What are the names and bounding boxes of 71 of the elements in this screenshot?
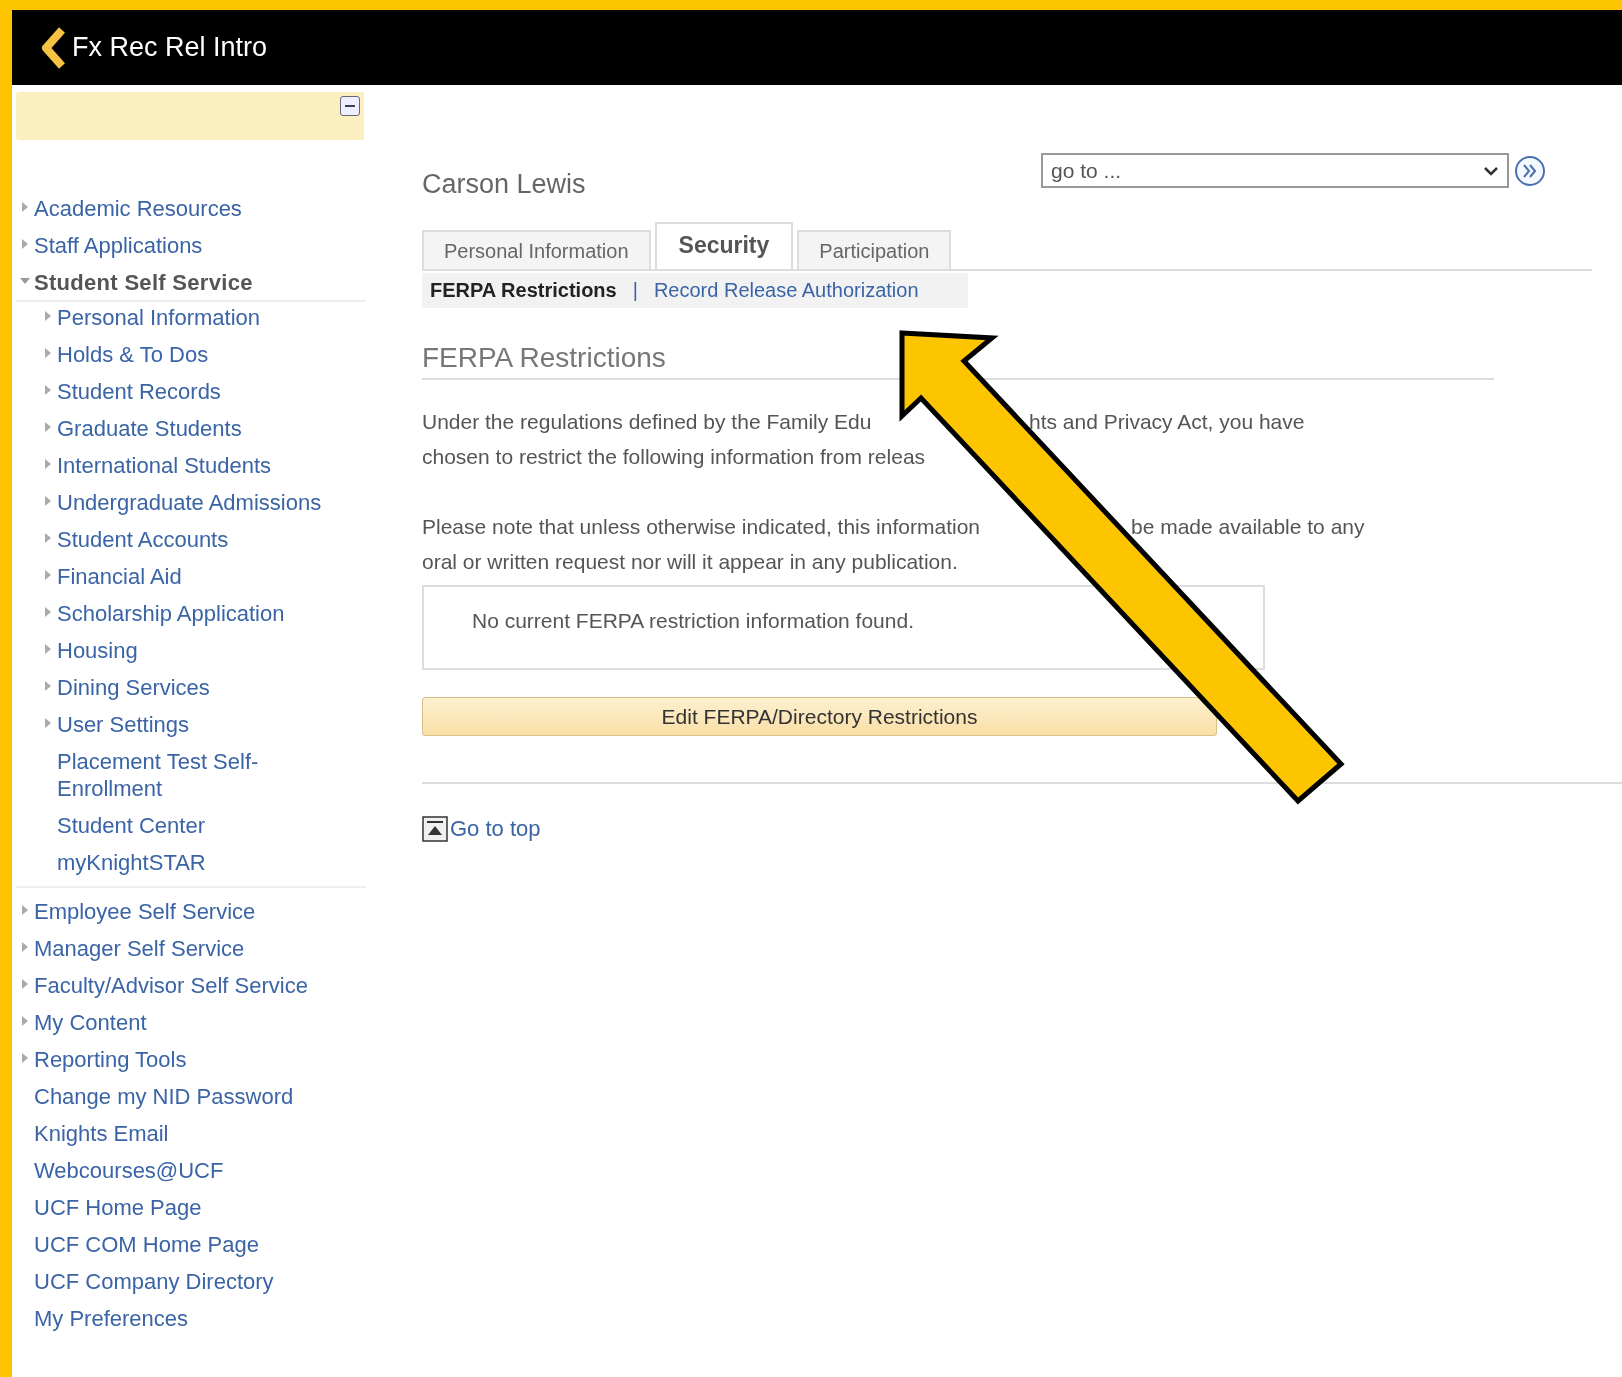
menu-item[interactable]: Reporting Tools [34, 1046, 324, 1073]
go-button[interactable] [1513, 153, 1547, 188]
menu-item[interactable]: Placement Test Self-Enrollment [57, 748, 347, 802]
menu-item[interactable]: Academic Resources [34, 195, 324, 222]
menu-item[interactable]: Manager Self Service [34, 935, 324, 962]
menu-item[interactable]: Housing [57, 637, 347, 664]
expand-icon[interactable] [43, 717, 53, 729]
menu-item[interactable]: User Settings [57, 711, 347, 738]
collapse-button[interactable] [340, 96, 360, 116]
separator: | [632, 279, 638, 302]
menu-item[interactable]: Faculty/Advisor Self Service [34, 972, 324, 999]
edit-restrictions-button[interactable]: Edit FERPA/Directory Restrictions [422, 697, 1217, 736]
expand-icon[interactable] [43, 458, 53, 470]
menu-item[interactable]: Webcourses@UCF [34, 1157, 324, 1184]
chevron-icon [1483, 165, 1499, 176]
menu-item[interactable]: UCF Home Page [34, 1194, 324, 1221]
menu-item[interactable]: Undergraduate Admissions [57, 489, 347, 516]
subtab-link[interactable]: Record Release Authorization [653, 279, 919, 302]
menu-item[interactable]: Student Self Service [34, 269, 324, 296]
expand-icon[interactable] [20, 904, 30, 916]
expand-icon[interactable] [20, 238, 30, 250]
expand-icon[interactable] [43, 606, 53, 618]
message-text: No current FERPA restriction information found. [422, 585, 1265, 670]
expand-icon[interactable] [20, 1015, 30, 1027]
expand-icon[interactable] [43, 421, 53, 433]
paragraph-text: Under the regulations defined by the Family Edu [422, 410, 872, 433]
expand-icon[interactable] [43, 569, 53, 581]
menu-item[interactable]: UCF COM Home Page [34, 1231, 324, 1258]
menu-item[interactable]: Graduate Students [57, 415, 347, 442]
paragraph-text: be made available to any [1131, 514, 1365, 540]
expand-icon[interactable] [43, 347, 53, 359]
paragraph-text: hts and Privacy Act, you have [1029, 409, 1305, 435]
menu-item[interactable]: Student Records [57, 378, 347, 405]
menu-item[interactable]: Scholarship Application [57, 600, 347, 627]
go-to-top-link[interactable]: Go to top [450, 816, 541, 842]
menu-item[interactable]: My Preferences [34, 1305, 324, 1332]
person-name: Carson Lewis [422, 169, 586, 200]
menu-item[interactable]: UCF Company Directory [34, 1268, 324, 1295]
tab[interactable]: Participation [797, 230, 952, 269]
page-title: Fx Rec Rel Intro [72, 32, 268, 63]
expand-icon[interactable] [20, 941, 30, 953]
paragraph-text: Please note that unless otherwise indicated, this information [422, 515, 980, 538]
expand-icon[interactable] [43, 643, 53, 655]
expand-icon[interactable] [43, 310, 53, 322]
menu-item[interactable]: My Content [34, 1009, 324, 1036]
menu-item[interactable]: Financial Aid [57, 563, 347, 590]
expand-icon[interactable] [43, 384, 53, 396]
menu-item[interactable]: Student Accounts [57, 526, 347, 553]
tab[interactable]: Security [654, 222, 794, 269]
expand-icon[interactable] [20, 1052, 30, 1064]
menu-item[interactable]: Personal Information [57, 304, 347, 331]
paragraph-text: oral or written request nor will it appear in any publication. [422, 550, 958, 573]
menu-item[interactable]: Staff Applications [34, 232, 324, 259]
menu-item[interactable]: Employee Self Service [34, 898, 324, 925]
expand-icon[interactable] [20, 978, 30, 990]
menu-item[interactable]: Dining Services [57, 674, 347, 701]
expand-icon[interactable] [43, 680, 53, 692]
expand-icon[interactable] [20, 201, 30, 213]
menu-item[interactable]: Student Center [57, 812, 347, 839]
menu-item[interactable]: Holds & To Dos [57, 341, 347, 368]
menu-item[interactable]: myKnightSTAR [57, 849, 347, 876]
expand-icon[interactable] [43, 495, 53, 507]
menu-item[interactable]: Change my NID Password [34, 1083, 324, 1110]
tab[interactable]: Personal Information [422, 230, 651, 269]
menu-item[interactable]: Knights Email [34, 1120, 324, 1147]
goto-dropdown[interactable]: go to ... [1041, 153, 1509, 188]
expand-icon[interactable] [43, 532, 53, 544]
paragraph-text: chosen to restrict the following information from releas [422, 445, 926, 468]
subtab-link[interactable]: FERPA Restrictions [430, 279, 617, 302]
menu-item[interactable]: International Students [57, 452, 347, 479]
go-to-top-icon[interactable] [422, 816, 448, 842]
